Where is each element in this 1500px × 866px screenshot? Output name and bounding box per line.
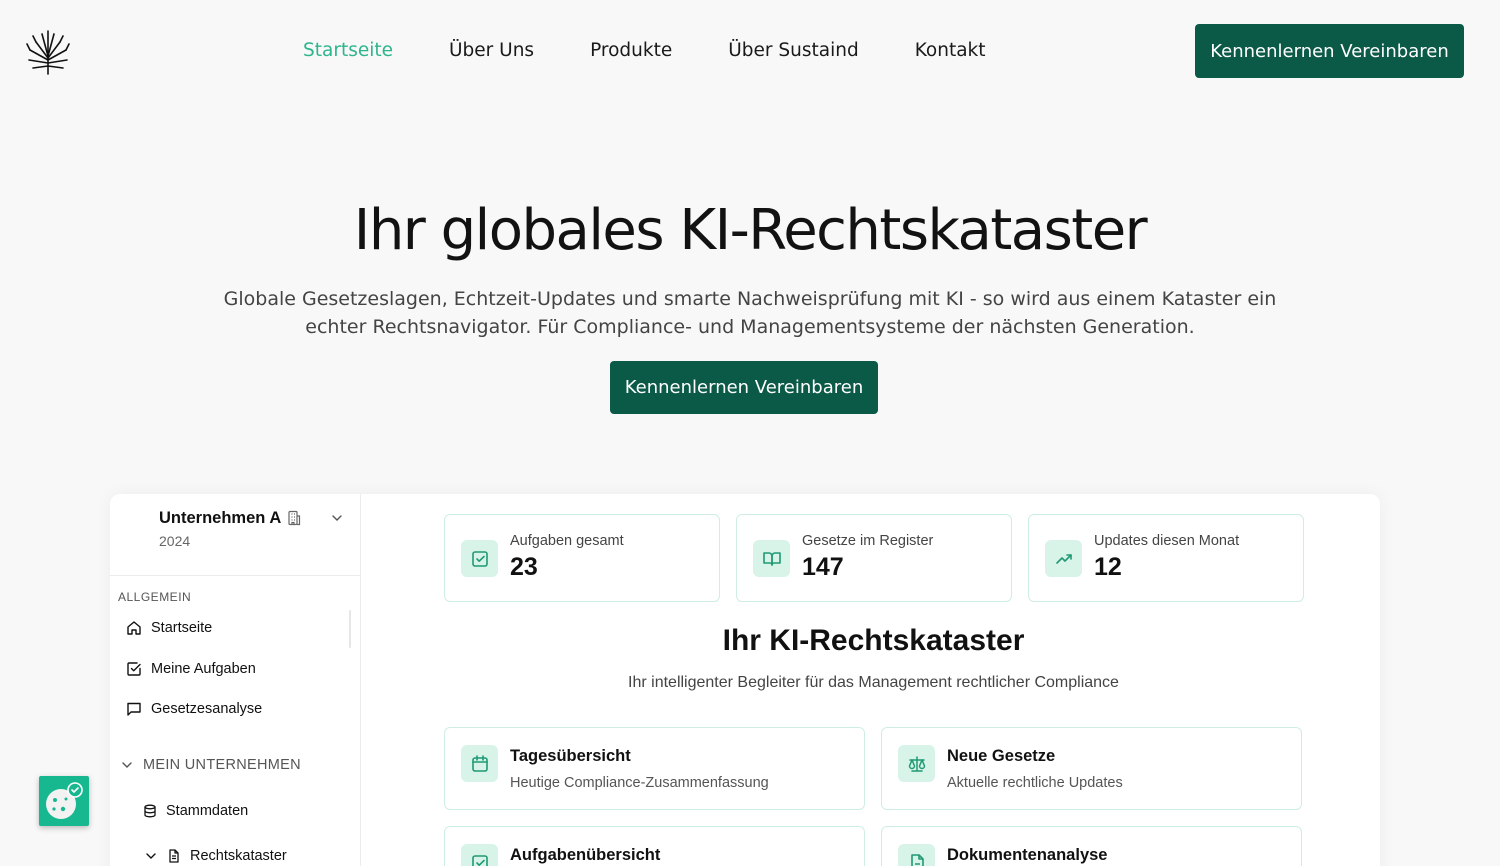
dashboard-subtitle: Ihr intelligenter Begleiter für das Mana… xyxy=(628,674,1119,691)
home-icon xyxy=(127,621,141,635)
card-aufgabenuebersicht[interactable]: Aufgabenübersicht xyxy=(444,826,865,866)
stat-label: Gesetze im Register xyxy=(802,533,934,549)
chevron-down-icon[interactable] xyxy=(330,511,344,525)
stat-value: 23 xyxy=(510,553,538,581)
company-switcher[interactable]: Unternehmen A 2024 xyxy=(110,494,360,576)
sidebar: Unternehmen A 2024 ALLGEMEIN Startseite … xyxy=(110,494,361,866)
book-open-icon xyxy=(762,551,781,566)
sidebar-item-label: Stammdaten xyxy=(166,803,249,819)
sidebar-item-label: Rechtskataster xyxy=(190,848,287,864)
stat-card-gesetze: Gesetze im Register 147 xyxy=(736,514,1012,602)
file-text-icon xyxy=(169,849,179,863)
sidebar-item-label: Meine Aufgaben xyxy=(151,661,256,677)
stat-icon-box xyxy=(461,540,498,577)
stat-card-aufgaben: Aufgaben gesamt 23 xyxy=(444,514,720,602)
top-navigation: Startseite Über Uns Produkte Über Sustai… xyxy=(0,0,1500,104)
chevron-down-icon xyxy=(146,853,156,859)
check-square-icon xyxy=(471,854,488,866)
card-title: Dokumentenanalyse xyxy=(947,846,1108,864)
sidebar-item-gesetzesanalyse[interactable]: Gesetzesanalyse xyxy=(126,701,262,717)
card-icon-box xyxy=(461,745,498,782)
file-text-icon xyxy=(910,853,924,866)
card-icon-box xyxy=(461,844,498,866)
card-desc: Aktuelle rechtliche Updates xyxy=(947,775,1123,791)
section-label-general: ALLGEMEIN xyxy=(118,590,192,604)
nav-link-startseite[interactable]: Startseite xyxy=(303,38,393,64)
trending-up-icon xyxy=(1055,553,1072,564)
message-square-icon xyxy=(127,702,141,716)
nav-link-kontakt[interactable]: Kontakt xyxy=(915,38,986,64)
sidebar-item-label: Gesetzesanalyse xyxy=(151,701,263,717)
hero-subtitle: Globale Gesetzeslagen, Echtzeit-Updates … xyxy=(223,288,1277,338)
stat-value: 12 xyxy=(1094,553,1122,581)
building-icon xyxy=(288,510,301,526)
cookie-icon xyxy=(46,782,83,819)
card-desc: Heutige Compliance-Zusammenfassung xyxy=(510,775,769,791)
sidebar-item-startseite[interactable]: Startseite xyxy=(126,620,212,636)
card-icon-box xyxy=(898,844,935,866)
database-icon xyxy=(144,804,156,818)
check-square-icon xyxy=(471,550,488,567)
sidebar-item-stammdaten[interactable]: Stammdaten xyxy=(143,803,248,819)
stat-card-updates: Updates diesen Monat 12 xyxy=(1028,514,1304,602)
card-icon-box xyxy=(898,745,935,782)
dashboard-title: Ihr KI-Rechtskataster xyxy=(722,624,1025,657)
nav-link-ueber-sustaind[interactable]: Über Sustaind xyxy=(728,38,858,64)
card-neue-gesetze[interactable]: Neue Gesetze Aktuelle rechtliche Updates xyxy=(881,727,1302,810)
company-name: Unternehmen A xyxy=(159,509,282,527)
stat-value: 147 xyxy=(802,553,844,581)
stat-icon-box xyxy=(753,540,790,577)
nav-link-produkte[interactable]: Produkte xyxy=(590,38,672,64)
sidebar-item-meine-aufgaben[interactable]: Meine Aufgaben xyxy=(126,661,256,677)
company-year: 2024 xyxy=(159,533,191,549)
stat-icon-box xyxy=(1045,540,1082,577)
card-title: Neue Gesetze xyxy=(947,747,1056,765)
tree-logo-icon[interactable] xyxy=(24,28,72,76)
nav-cta-button[interactable]: Kennenlernen Vereinbaren xyxy=(1195,24,1464,78)
sidebar-group-label: MEIN UNTERNEHMEN xyxy=(143,757,301,773)
sidebar-item-rechtskataster[interactable]: Rechtskataster xyxy=(144,848,287,864)
card-title: Tagesübersicht xyxy=(510,747,631,765)
card-tagesuebersicht[interactable]: Tagesübersicht Heutige Compliance-Zusamm… xyxy=(444,727,865,810)
nav-link-ueber-uns[interactable]: Über Uns xyxy=(449,38,534,64)
nav-links: Startseite Über Uns Produkte Über Sustai… xyxy=(303,38,1042,64)
check-square-icon xyxy=(127,662,141,676)
scale-icon xyxy=(908,755,925,772)
calendar-icon xyxy=(471,754,488,772)
sidebar-group-mein-unternehmen[interactable]: MEIN UNTERNEHMEN xyxy=(120,757,301,773)
card-dokumentenanalyse[interactable]: Dokumentenanalyse xyxy=(881,826,1302,866)
sidebar-scrollbar[interactable] xyxy=(349,610,351,648)
stat-label: Aufgaben gesamt xyxy=(510,533,624,549)
chevron-down-icon xyxy=(122,762,132,768)
hero-cta-button[interactable]: Kennenlernen Vereinbaren xyxy=(610,361,878,414)
hero-title: Ihr globales KI-Rechtskataster xyxy=(353,198,1148,263)
stat-label: Updates diesen Monat xyxy=(1094,533,1240,549)
cookie-settings-button[interactable] xyxy=(39,776,89,826)
card-title: Aufgabenübersicht xyxy=(510,846,661,864)
sidebar-item-label: Startseite xyxy=(151,620,213,636)
app-preview: Unternehmen A 2024 ALLGEMEIN Startseite … xyxy=(110,494,1380,866)
